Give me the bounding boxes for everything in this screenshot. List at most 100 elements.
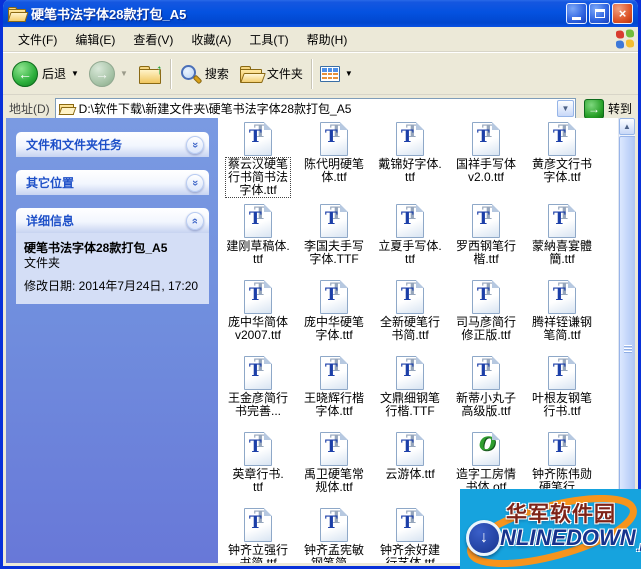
details-modified-date: 修改日期: 2014年7月24日, 17:20 [24, 279, 199, 293]
file-item[interactable]: T T 王晓辉行楷 字体.ttf [296, 356, 372, 432]
back-dropdown-icon[interactable]: ▼ [71, 69, 79, 78]
download-circle-icon: ↓ [466, 520, 502, 556]
file-item[interactable]: T T 李国夫手写 字体.TTF [296, 204, 372, 280]
menu-item-1[interactable]: 文件(F) [9, 28, 66, 51]
folders-button[interactable]: 文件夹 [234, 56, 308, 92]
forward-button[interactable]: → ▼ [84, 56, 133, 92]
file-item[interactable]: T T 立夏手写体. ttf [372, 204, 448, 280]
panel-other-places-header[interactable]: 其它位置 » [16, 170, 209, 195]
search-label: 搜索 [204, 67, 229, 81]
explorer-window: 硬笔书法字体28款打包_A5 × 文件(F) 编辑(E) 查看(V) 收藏(A) 工具(… [0, 0, 641, 569]
ttf-file-icon: TT [396, 122, 424, 156]
panel-title: 文件和文件夹任务 [26, 138, 123, 152]
expand-button[interactable]: » [186, 173, 204, 192]
back-button[interactable]: ← 后退 ▼ [7, 56, 84, 92]
menu-item-3[interactable]: 查看(V) [124, 28, 182, 51]
ttf-file-icon: TT [244, 432, 272, 466]
file-label: 文鼎细钢笔 行楷.TTF [379, 391, 440, 418]
close-button[interactable]: × [612, 3, 633, 24]
file-label: 庞中华硬笔 字体.ttf [303, 315, 364, 342]
ttf-file-icon: TT [472, 204, 500, 238]
file-label: 建刚草稿体. ttf [226, 239, 290, 266]
thumb-grip-icon [624, 345, 632, 354]
chevron-up-icon: » [189, 217, 201, 224]
file-item[interactable]: T T 钟齐立强行 书简.ttf [220, 508, 296, 563]
go-button[interactable]: → 转到 [581, 98, 635, 119]
file-label: 钟齐立强行 书简.ttf [227, 543, 288, 564]
menu-bar: 文件(F) 编辑(E) 查看(V) 收藏(A) 工具(T) 帮助(H) [3, 27, 638, 52]
toolbar-separator [310, 58, 312, 89]
file-item[interactable]: T T 王金彦简行 书完善... [220, 356, 296, 432]
watermark-banner: 华军软件园 ↓ NLINEDOWN .NET [460, 489, 641, 569]
ttf-file-icon: TT [396, 280, 424, 314]
expand-button[interactable]: » [186, 135, 204, 154]
ttf-file-icon: TT [472, 122, 500, 156]
ttf-file-icon: TT [244, 356, 272, 390]
views-button[interactable]: ▼ [315, 56, 358, 92]
file-label: 蒙納喜宴體 簡.ttf [531, 239, 592, 266]
chevron-down-icon: » [189, 141, 201, 148]
file-item[interactable]: T T 建刚草稿体. ttf [220, 204, 296, 280]
file-item[interactable]: T T 蔡云汉硬笔 行书简书法 字体.ttf [220, 122, 296, 204]
windows-logo-icon [616, 29, 634, 49]
up-button[interactable]: ↑ [133, 56, 167, 92]
file-item[interactable]: T T 腾祥铚谦钢 笔简.ttf [524, 280, 600, 356]
collapse-button[interactable]: » [186, 211, 204, 230]
file-label: 蔡云汉硬笔 行书简书法 字体.ttf [224, 157, 292, 198]
file-item[interactable]: T T 禹卫硬笔常 规体.ttf [296, 432, 372, 508]
watermark-brand: NLINEDOWN [500, 525, 636, 550]
file-item[interactable]: T T 云游体.ttf [372, 432, 448, 508]
address-dropdown-icon[interactable]: ▼ [556, 100, 574, 117]
toolbar-separator [169, 58, 171, 89]
ttf-file-icon: TT [320, 122, 348, 156]
ttf-file-icon: TT [320, 204, 348, 238]
file-item[interactable]: T T 新蒂小丸子 高级版.ttf [448, 356, 524, 432]
file-item[interactable]: T T 钟齐孟宪敏 钢笔简... [296, 508, 372, 563]
ttf-file-icon: TT [548, 356, 576, 390]
ttf-file-icon: TT [472, 356, 500, 390]
panel-file-tasks-header[interactable]: 文件和文件夹任务 » [16, 132, 209, 157]
file-label: 钟齐余好建 行艺体.ttf [379, 543, 440, 564]
file-label: 李国夫手写 字体.TTF [303, 239, 364, 266]
file-item[interactable]: T T 国祥手写体 v2.0.ttf [448, 122, 524, 204]
ttf-file-icon: TT [244, 122, 272, 156]
file-label: 腾祥铚谦钢 笔简.ttf [531, 315, 592, 342]
file-label: 新蒂小丸子 高级版.ttf [455, 391, 516, 418]
file-item[interactable]: T T 全新硬笔行 书简.ttf [372, 280, 448, 356]
menu-item-5[interactable]: 工具(T) [240, 28, 297, 51]
address-folder-icon [58, 102, 77, 115]
minimize-button[interactable] [566, 3, 587, 24]
search-button[interactable]: 搜索 [174, 56, 234, 92]
forward-dropdown-icon: ▼ [119, 69, 128, 78]
file-item[interactable]: T T 文鼎细钢笔 行楷.TTF [372, 356, 448, 432]
panel-file-tasks: 文件和文件夹任务 » [16, 132, 209, 157]
file-item[interactable]: T T 庞中华简体 v2007.ttf [220, 280, 296, 356]
file-item[interactable]: T T 蒙納喜宴體 簡.ttf [524, 204, 600, 280]
panel-details-header[interactable]: 详细信息 » [16, 208, 209, 233]
file-item[interactable]: T T 戴锦好字体. ttf [372, 122, 448, 204]
file-item[interactable]: T T 司马彦简行 修正版.ttf [448, 280, 524, 356]
address-label: 地址(D) [9, 102, 50, 116]
scroll-up-button[interactable]: ▲ [619, 118, 635, 135]
file-item[interactable]: T T 庞中华硬笔 字体.ttf [296, 280, 372, 356]
file-item[interactable]: T T 叶根友钢笔 行书.ttf [524, 356, 600, 432]
go-label: 转到 [607, 102, 632, 116]
address-input[interactable]: D:\软件下载\新建文件夹\硬笔书法字体28款打包_A5 ▼ [54, 98, 576, 119]
maximize-button[interactable] [589, 3, 610, 24]
menu-item-2[interactable]: 编辑(E) [66, 28, 124, 51]
panel-details: 详细信息 » 硬笔书法字体28款打包_A5 文件夹 修改日期: 2014年7月2… [16, 208, 209, 304]
ttf-file-icon: TT [472, 280, 500, 314]
file-item[interactable]: T T 陈代明硬笔 体.ttf [296, 122, 372, 204]
panel-other-places: 其它位置 » [16, 170, 209, 195]
file-item[interactable]: T T 黄彦文行书 字体.ttf [524, 122, 600, 204]
file-item[interactable]: T T 罗西钢笔行 楷.ttf [448, 204, 524, 280]
folders-label: 文件夹 [266, 67, 303, 81]
ttf-file-icon: TT [244, 280, 272, 314]
views-dropdown-icon[interactable]: ▼ [345, 69, 353, 78]
menu-item-6[interactable]: 帮助(H) [298, 28, 357, 51]
menu-item-4[interactable]: 收藏(A) [182, 28, 240, 51]
file-item[interactable]: T T 英章行书. ttf [220, 432, 296, 508]
folder-icon [7, 6, 29, 22]
ttf-file-icon: TT [320, 280, 348, 314]
file-item[interactable]: T T 钟齐余好建 行艺体.ttf [372, 508, 448, 563]
